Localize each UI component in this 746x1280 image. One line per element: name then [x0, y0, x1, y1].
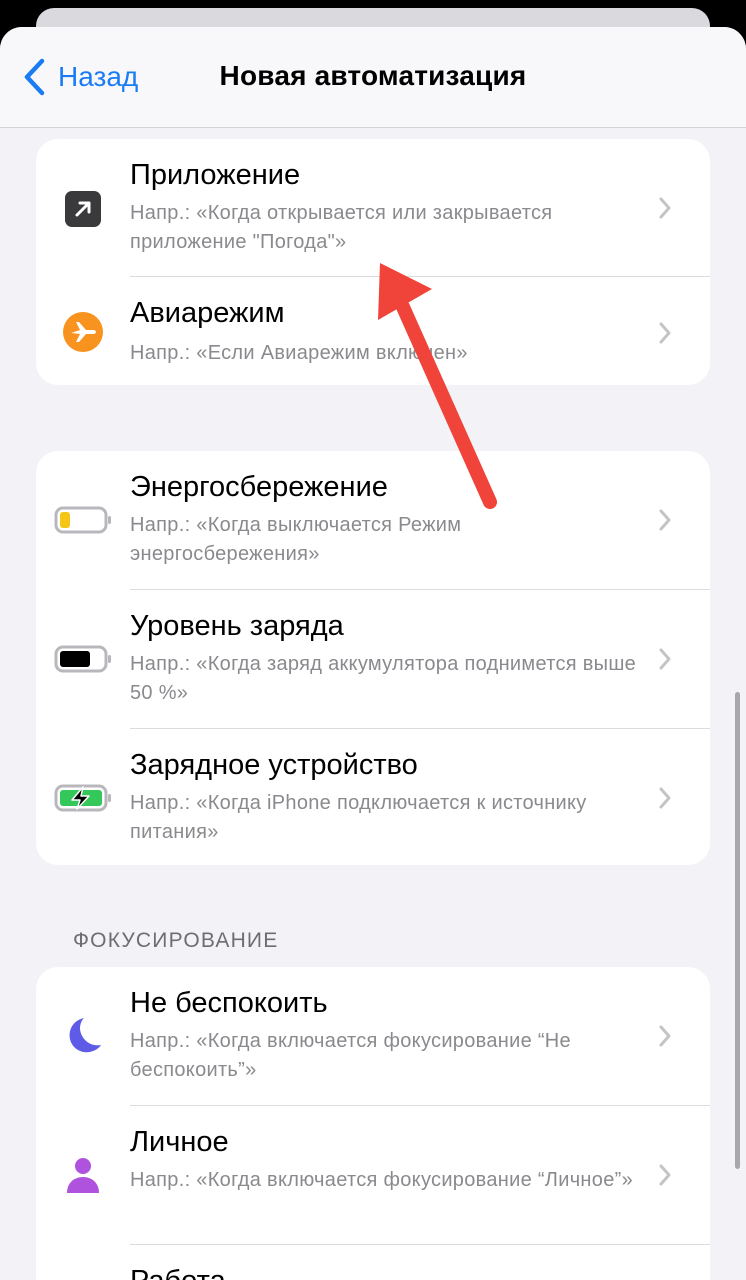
trigger-subtitle: Напр.: «Когда включается фокусирование “… [130, 1030, 571, 1081]
trigger-title: Личное [130, 1126, 229, 1158]
trigger-row-work[interactable]: Работа [36, 1245, 710, 1280]
chevron-right-icon [659, 509, 671, 531]
person-icon [52, 1150, 114, 1200]
moon-icon [52, 1011, 114, 1061]
trigger-row-charger[interactable]: Зарядное устройство Напр.: «Когда iPhone… [36, 729, 710, 865]
scrollbar[interactable] [735, 692, 740, 1169]
trigger-title: Энергосбережение [130, 471, 388, 503]
trigger-row-do-not-disturb[interactable]: Не беспокоить Напр.: «Когда включается ф… [36, 967, 710, 1105]
chevron-right-icon [659, 1025, 671, 1047]
trigger-title: Не беспокоить [130, 987, 328, 1019]
airplane-icon [52, 307, 114, 357]
battery-charging-icon [52, 773, 114, 823]
trigger-subtitle: Напр.: «Когда заряд аккумулятора подниме… [130, 653, 637, 704]
chevron-right-icon [659, 197, 671, 219]
trigger-group-general: Приложение Напр.: «Когда открывается или… [36, 139, 710, 385]
trigger-title: Работа [130, 1265, 226, 1280]
chevron-right-icon [659, 1164, 671, 1186]
battery-full-icon [52, 634, 114, 684]
navigation-bar: Назад Новая автоматизация [0, 27, 746, 128]
trigger-row-personal[interactable]: Личное Напр.: «Когда включается фокусиро… [36, 1106, 710, 1244]
trigger-subtitle: Напр.: «Когда iPhone подключается к исто… [130, 792, 587, 843]
low-battery-icon [52, 495, 114, 545]
trigger-title: Приложение [130, 159, 301, 191]
trigger-row-low-power[interactable]: Энергосбережение Напр.: «Когда выключает… [36, 451, 710, 589]
trigger-title: Авиарежим [130, 297, 285, 329]
trigger-subtitle: Напр.: «Когда включается фокусирование “… [130, 1169, 634, 1191]
trigger-title: Зарядное устройство [130, 749, 418, 781]
chevron-right-icon [659, 648, 671, 670]
trigger-row-battery-level[interactable]: Уровень заряда Напр.: «Когда заряд аккум… [36, 590, 710, 728]
chevron-right-icon [659, 322, 671, 344]
trigger-subtitle: Напр.: «Когда открывается или закрываетс… [130, 202, 553, 253]
trigger-row-airplane[interactable]: Авиарежим Напр.: «Если Авиарежим включен… [36, 277, 710, 385]
trigger-title: Уровень заряда [130, 610, 344, 642]
page-title: Новая автоматизация [219, 60, 527, 91]
trigger-group-battery: Энергосбережение Напр.: «Когда выключает… [36, 451, 710, 865]
trigger-row-app[interactable]: Приложение Напр.: «Когда открывается или… [36, 139, 710, 277]
trigger-subtitle: Напр.: «Когда выключается Режим энергосб… [130, 514, 462, 565]
chevron-right-icon [659, 787, 671, 809]
section-header-focus: ФОКУСИРОВАНИЕ [73, 929, 279, 952]
trigger-group-focus: Не беспокоить Напр.: «Когда включается ф… [36, 967, 710, 1280]
app-arrow-icon [52, 184, 114, 234]
trigger-subtitle: Напр.: «Если Авиарежим включен» [130, 342, 468, 364]
modal-sheet: Назад Новая автоматизация Приложение Нап… [0, 27, 746, 1280]
